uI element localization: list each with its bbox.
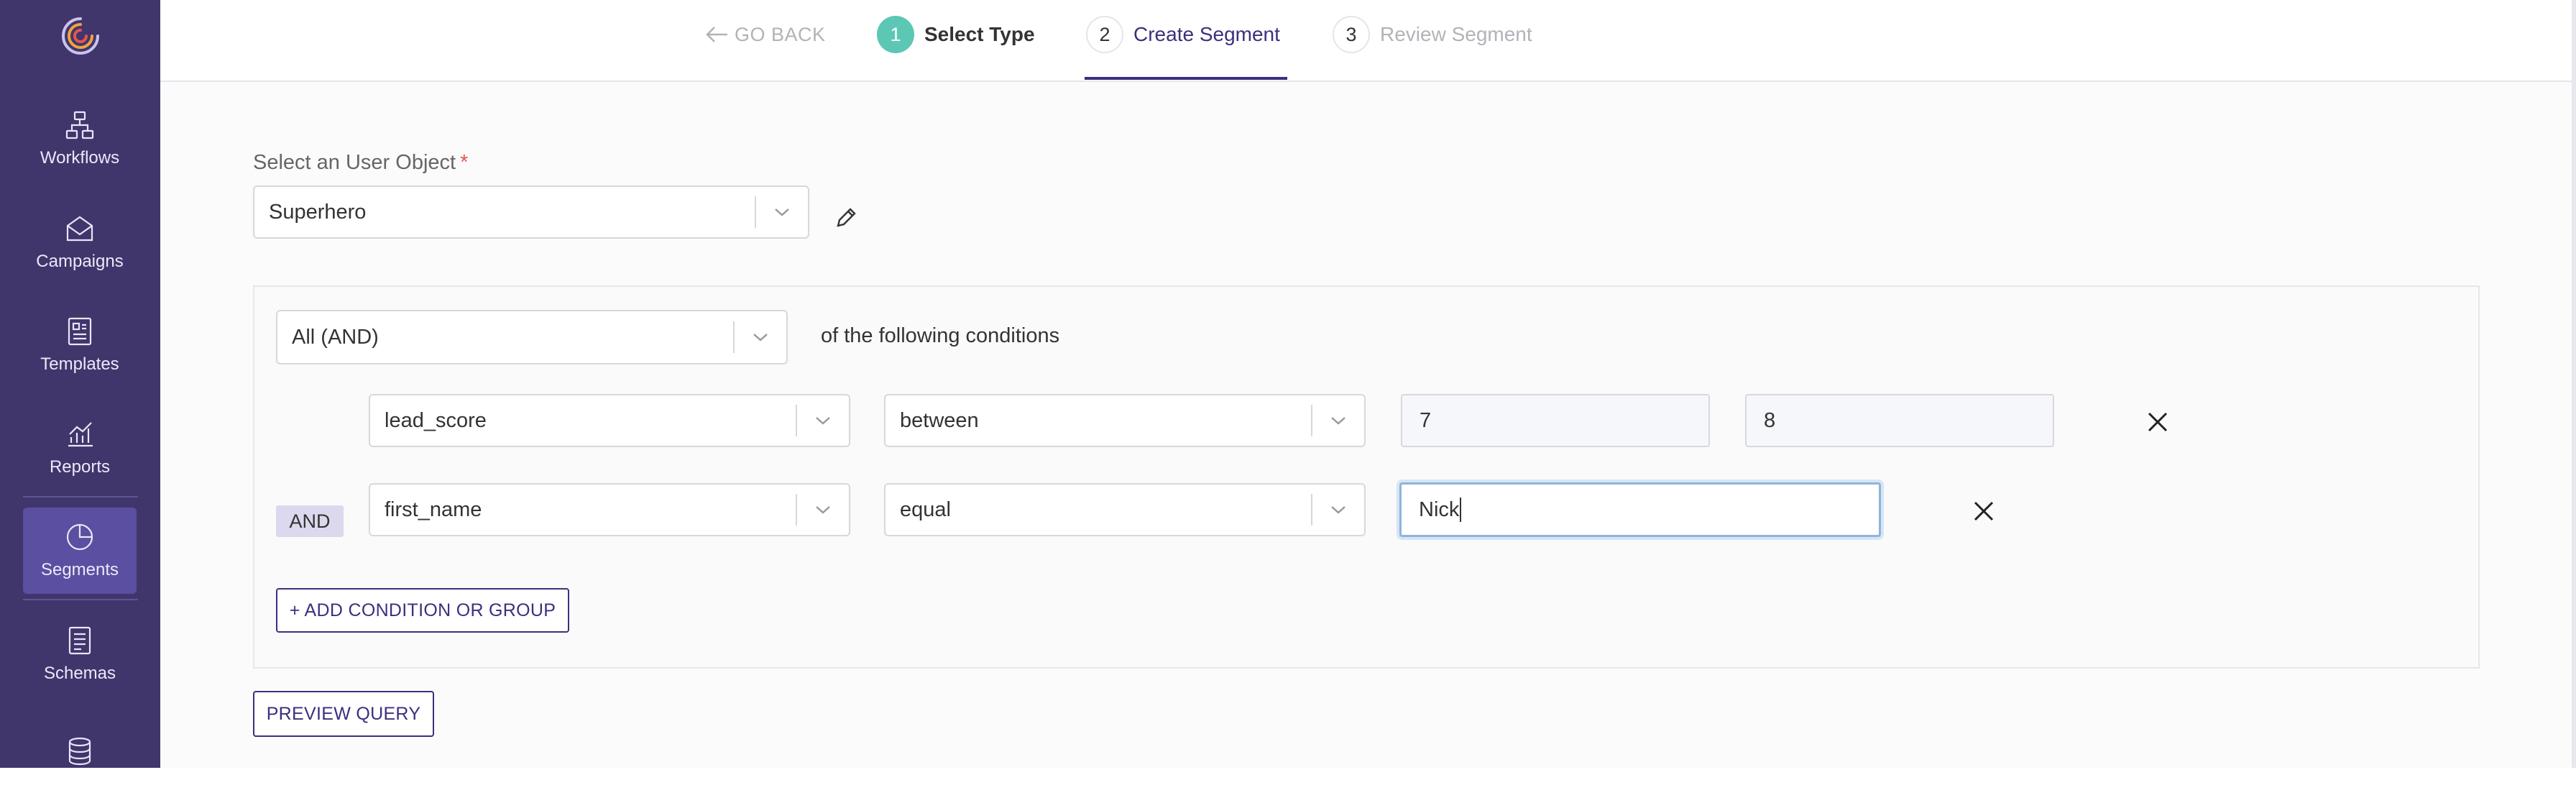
sidebar-item-label: Workflows (40, 148, 120, 168)
chevron-down-icon[interactable] (756, 206, 808, 218)
user-object-value: Superhero (269, 200, 367, 224)
condition-value-min: 7 (1420, 408, 1432, 432)
user-object-label: Select an User Object * (253, 151, 468, 175)
condition-value: Nick (1419, 497, 1460, 521)
close-icon (1974, 501, 1994, 521)
sidebar-item-templates[interactable]: Templates (23, 302, 137, 388)
step-number: 3 (1333, 16, 1370, 53)
chevron-down-icon[interactable] (735, 331, 786, 343)
chevron-down-icon[interactable] (1312, 504, 1364, 515)
active-step-indicator (1085, 77, 1287, 80)
step-label: Review Segment (1380, 23, 1532, 45)
sidebar-item-reports[interactable]: Reports (23, 405, 137, 491)
database-icon (68, 737, 91, 766)
sidebar-divider (23, 496, 138, 497)
sidebar-item-label: Schemas (43, 664, 116, 683)
go-back-button[interactable]: GO BACK (704, 20, 826, 49)
step-number: 2 (1086, 16, 1123, 53)
step-label: Select Type (924, 23, 1035, 45)
condition-field-value: lead_score (385, 408, 487, 432)
sidebar-divider (23, 599, 138, 600)
group-suffix-text: of the following conditions (821, 324, 1060, 347)
sidebar-item-campaigns[interactable]: Campaigns (23, 199, 137, 285)
workflows-icon (65, 111, 94, 139)
condition-field-select[interactable]: lead_score (369, 394, 850, 447)
condition-value-max-input[interactable]: 8 (1745, 394, 2054, 447)
sidebar-item-label: Reports (49, 457, 111, 477)
remove-condition-button[interactable] (1972, 499, 1996, 523)
preview-query-button[interactable]: PREVIEW QUERY (253, 691, 434, 737)
go-back-label: GO BACK (735, 23, 826, 45)
scroll-edge (2572, 0, 2576, 768)
step-create-segment[interactable]: 2 Create Segment (1086, 16, 1280, 53)
sidebar-item-database[interactable] (23, 712, 137, 798)
text-caret (1460, 497, 1462, 522)
condition-value-max: 8 (1764, 408, 1776, 432)
sidebar-item-segments[interactable]: Segments (23, 508, 137, 594)
chevron-down-icon[interactable] (1312, 415, 1364, 426)
condition-value-input[interactable]: Nick (1399, 482, 1881, 537)
condition-value-min-input[interactable]: 7 (1401, 394, 1710, 447)
chevron-down-icon[interactable] (797, 415, 849, 426)
remove-condition-button[interactable] (2145, 410, 2170, 434)
condition-field-value: first_name (385, 497, 482, 521)
condition-operator-select[interactable]: equal (884, 483, 1366, 536)
step-review-segment[interactable]: 3 Review Segment (1333, 16, 1532, 53)
templates-icon (68, 317, 92, 346)
campaigns-icon (66, 216, 93, 242)
arrow-left-icon (706, 27, 727, 42)
step-select-type[interactable]: 1 Select Type (877, 16, 1035, 53)
condition-operator-value: equal (900, 497, 951, 521)
step-number: 1 (877, 16, 914, 53)
required-mark: * (460, 151, 469, 174)
user-object-select[interactable]: Superhero (253, 185, 809, 239)
chevron-down-icon[interactable] (797, 504, 849, 515)
app-logo-icon[interactable] (58, 13, 104, 59)
step-label: Create Segment (1133, 23, 1280, 45)
edit-pencil-icon[interactable] (834, 206, 858, 230)
close-icon (2148, 412, 2168, 432)
add-condition-button[interactable]: + ADD CONDITION OR GROUP (276, 588, 569, 633)
group-operator-select[interactable]: All (AND) (276, 310, 788, 364)
sidebar-item-schemas[interactable]: Schemas (23, 611, 137, 697)
condition-operator-value: between (900, 408, 979, 432)
user-object-label-text: Select an User Object (253, 151, 456, 174)
group-operator-value: All (AND) (292, 325, 379, 349)
condition-field-select[interactable]: first_name (369, 483, 850, 536)
reports-icon (68, 422, 93, 447)
segments-icon (66, 523, 93, 551)
sidebar-item-label: Segments (40, 560, 119, 579)
condition-operator-select[interactable]: between (884, 394, 1366, 447)
sidebar-item-workflows[interactable]: Workflows (23, 96, 137, 182)
sidebar-item-label: Campaigns (36, 252, 124, 271)
sidebar: Workflows Campaigns Templates Reports Se… (0, 0, 160, 768)
and-connector-badge: AND (276, 505, 344, 537)
schemas-icon (68, 626, 91, 655)
sidebar-item-label: Templates (40, 354, 119, 374)
